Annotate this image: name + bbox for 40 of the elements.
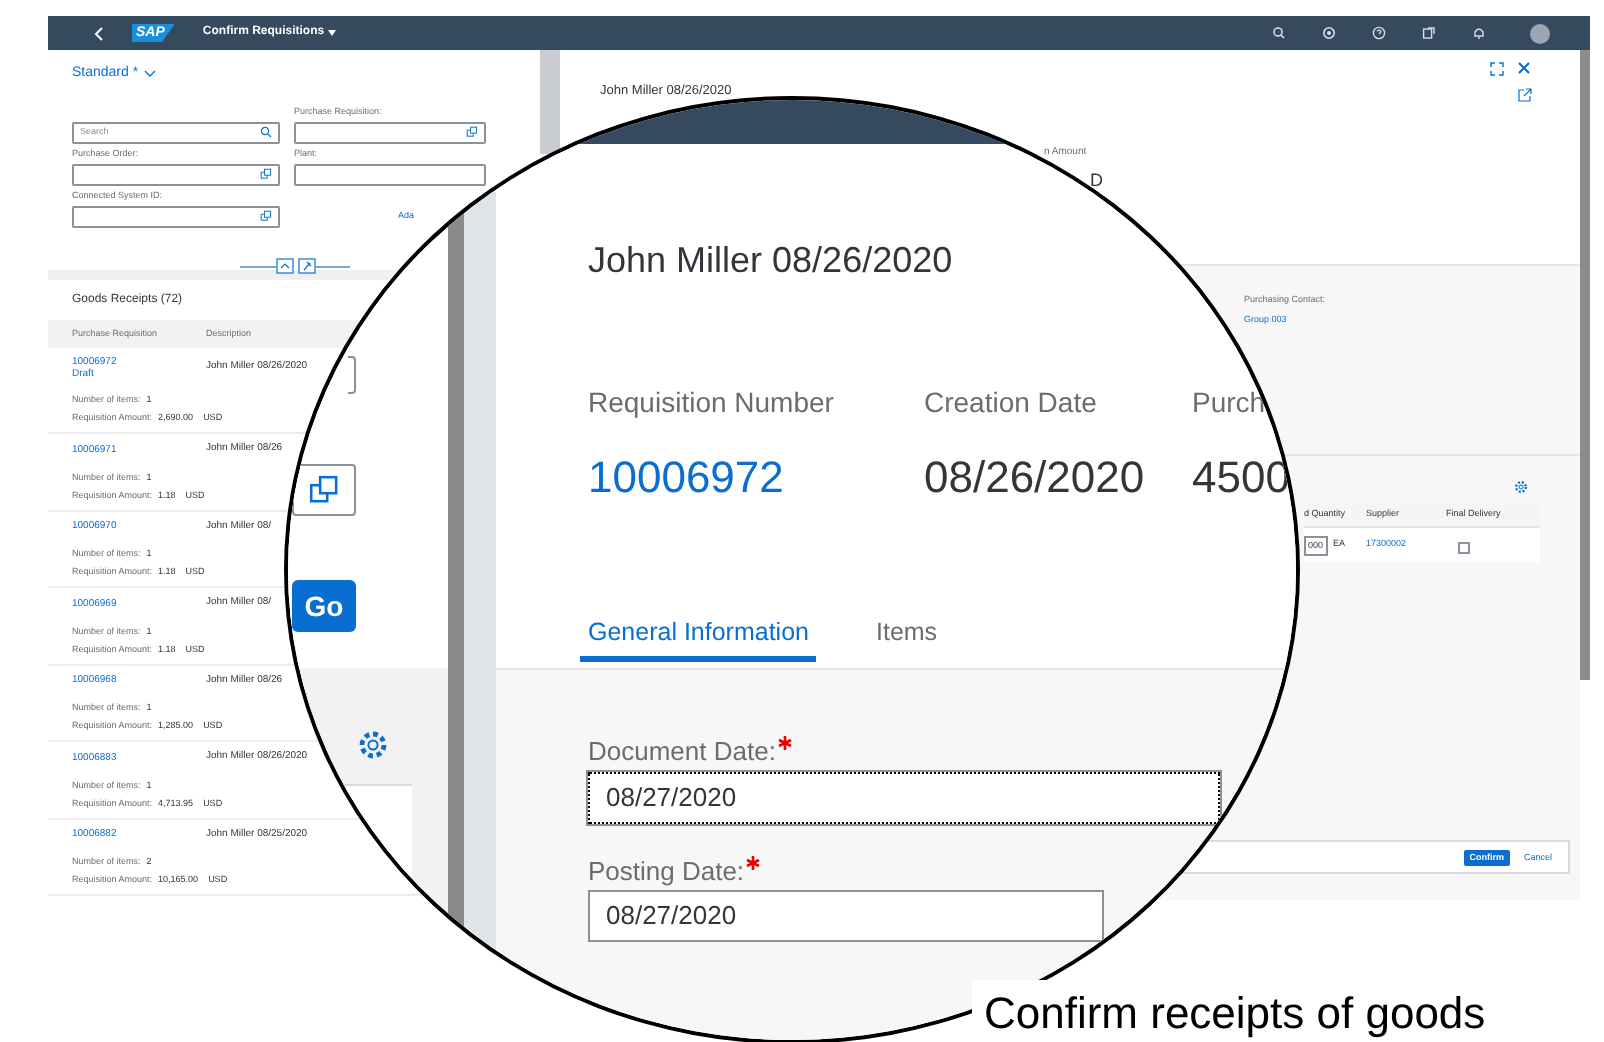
- field-label: Document Date:: [588, 734, 776, 770]
- input-field[interactable]: [72, 163, 280, 185]
- search-icon[interactable]: [260, 126, 272, 138]
- date-input[interactable]: 08/27/2020: [588, 772, 1220, 824]
- caption-text: Confirm receipts of goods: [984, 988, 1486, 1038]
- caret-icon: [328, 30, 337, 36]
- collapse-icon[interactable]: [275, 258, 293, 274]
- chevron-down-icon: [144, 70, 157, 79]
- field-value: 08/26/2020: [924, 450, 1145, 506]
- close-icon[interactable]: [1518, 62, 1530, 74]
- field-label: Creation Date: [924, 384, 1097, 422]
- go-button[interactable]: Go: [292, 580, 356, 632]
- avatar[interactable]: [1530, 23, 1550, 43]
- field-label: Requisition Number: [588, 384, 834, 422]
- help-icon[interactable]: [1372, 26, 1386, 40]
- notes-icon[interactable]: [1422, 26, 1436, 40]
- tab[interactable]: General Information: [580, 610, 817, 662]
- input-field[interactable]: [348, 356, 356, 394]
- back-icon[interactable]: [94, 25, 104, 41]
- date-input[interactable]: 08/27/2020: [588, 890, 1104, 942]
- copy-icon: [308, 474, 340, 506]
- input-field[interactable]: [72, 205, 280, 227]
- field-value: 4500: [1192, 450, 1290, 506]
- field-label: Posting Date:: [588, 854, 745, 890]
- value-help-icon[interactable]: [260, 168, 272, 180]
- requisition-link[interactable]: 10006972: [588, 444, 784, 510]
- scrollbar[interactable]: [1580, 50, 1590, 680]
- amount-text: D: [1090, 168, 1103, 194]
- settings-icon[interactable]: [356, 728, 390, 762]
- tab[interactable]: Items: [868, 610, 946, 662]
- value-help-icon[interactable]: [260, 210, 272, 222]
- field-label: Purch: [1192, 384, 1266, 422]
- checkbox[interactable]: [1458, 541, 1470, 553]
- share-icon[interactable]: [1518, 88, 1532, 102]
- object-title: John Miller 08/26/2020: [588, 238, 953, 284]
- settings-icon[interactable]: [1514, 480, 1528, 494]
- pin-icon[interactable]: [297, 258, 315, 274]
- bell-icon[interactable]: [1472, 26, 1486, 40]
- fullscreen-icon[interactable]: [1490, 62, 1504, 76]
- value-help-button[interactable]: [292, 464, 356, 516]
